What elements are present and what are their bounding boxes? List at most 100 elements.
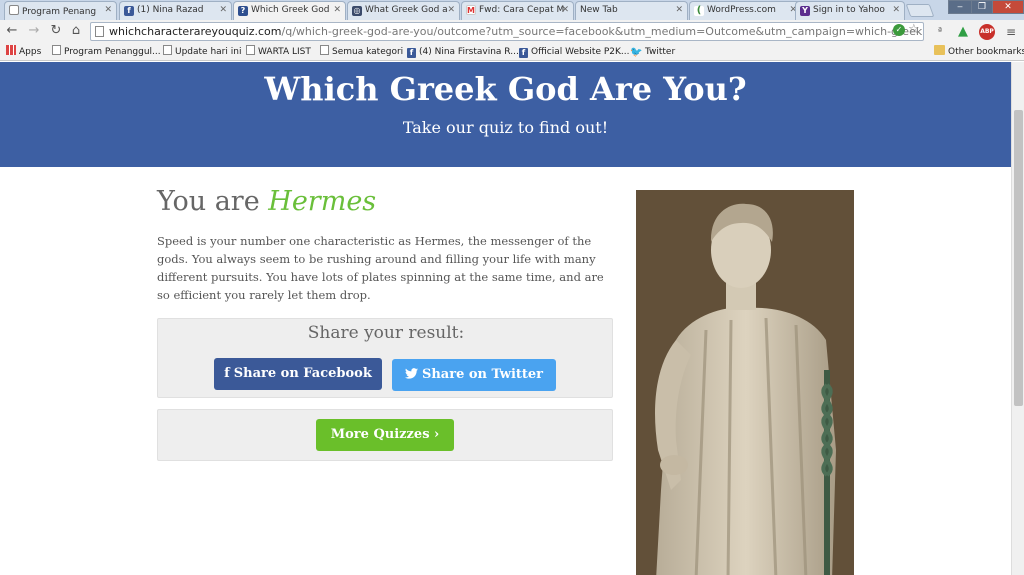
bookmark-semua-kategori[interactable]: Semua kategori xyxy=(320,45,403,59)
facebook-icon: f xyxy=(407,48,416,58)
tab-gmail[interactable]: M Fwd: Cara Cepat M ✕ xyxy=(461,1,574,20)
bookmark-label: Program Penanggul... xyxy=(64,47,161,57)
bookmark-label: (4) Nina Firstavina R... xyxy=(419,47,519,57)
new-tab-button[interactable] xyxy=(905,4,935,17)
bookmark-label: Other bookmarks xyxy=(948,47,1024,57)
share-facebook-label: Share on Facebook xyxy=(233,366,372,381)
forward-arrow-icon[interactable]: → xyxy=(26,23,42,39)
tab-title: What Greek God a xyxy=(365,5,448,15)
bookmark-twitter[interactable]: 🐦 Twitter xyxy=(630,45,675,59)
tab-title: Fwd: Cara Cepat M xyxy=(479,5,565,15)
tab-wordpress[interactable]: (WordPress.com ✕ xyxy=(689,1,802,20)
share-twitter-label: Share on Twitter xyxy=(421,367,544,382)
quiz-icon: ◎ xyxy=(352,6,362,16)
facebook-icon: f xyxy=(519,48,528,58)
maximize-button[interactable]: ❐ xyxy=(971,0,993,14)
close-icon[interactable]: ✕ xyxy=(892,5,900,15)
page-icon xyxy=(320,45,329,55)
hero-banner: Which Greek God Are You? Take our quiz t… xyxy=(0,62,1011,167)
scrollbar[interactable] xyxy=(1011,62,1024,575)
page-title: Which Greek God Are You? xyxy=(264,70,747,108)
bookmark-update-hari-ini[interactable]: Update hari ini xyxy=(163,45,241,59)
page-icon xyxy=(95,26,104,37)
scrollbar-thumb[interactable] xyxy=(1014,110,1023,406)
tab-title: Which Greek God xyxy=(251,5,330,15)
yahoo-icon: Y xyxy=(800,6,810,16)
translate-icon[interactable]: ª xyxy=(932,24,948,40)
close-icon[interactable]: ✕ xyxy=(675,5,683,15)
bookmark-label: Update hari ini xyxy=(175,47,242,57)
twitter-icon xyxy=(404,359,418,391)
bookmark-nina-firstavina[interactable]: f (4) Nina Firstavina R... xyxy=(407,45,519,59)
tab-which-greek-god[interactable]: ? Which Greek God ✕ xyxy=(233,1,346,20)
adblock-icon[interactable]: ABP xyxy=(979,24,995,40)
menu-icon[interactable]: ≡ xyxy=(1003,24,1019,40)
result-heading: You are Hermes xyxy=(157,186,376,217)
bookmark-label: WARTA LIST xyxy=(258,47,311,57)
gmail-icon: M xyxy=(466,5,476,15)
tab-new-tab[interactable]: New Tab ✕ xyxy=(575,1,688,20)
bookmark-warta-list[interactable]: WARTA LIST xyxy=(246,45,311,59)
page-icon xyxy=(246,45,255,55)
reload-icon[interactable]: ↻ xyxy=(48,23,64,39)
hermes-statue-image xyxy=(636,190,854,575)
bookmark-program-penanggul[interactable]: Program Penanggul... xyxy=(52,45,161,59)
tab-title: (1) Nina Razad xyxy=(137,5,204,15)
page-subtitle: Take our quiz to find out! xyxy=(402,118,609,137)
address-host: whichcharacterareyouquiz.com xyxy=(109,25,282,38)
more-quizzes-panel: More Quizzes › xyxy=(157,409,613,461)
result-description: Speed is your number one characteristic … xyxy=(157,234,604,302)
page-icon xyxy=(52,45,61,55)
bookmark-label: Apps xyxy=(19,47,42,57)
tab-what-greek-god[interactable]: ◎ What Greek God a ✕ xyxy=(347,1,460,20)
tab-yahoo[interactable]: Y Sign in to Yahoo ✕ xyxy=(795,1,905,20)
page-icon xyxy=(163,45,172,55)
bookmarks-bar: Apps Program Penanggul... Update hari in… xyxy=(0,43,1024,61)
tab-program-penang[interactable]: Program Penang ✕ xyxy=(4,1,117,20)
star-icon[interactable]: ☆ xyxy=(908,22,920,37)
wordpress-icon: ( xyxy=(694,6,704,16)
twitter-icon: 🐦 xyxy=(630,47,643,58)
apps-icon xyxy=(6,45,16,55)
address-bar[interactable]: whichcharacterareyouquiz.com/q/which-gre… xyxy=(90,22,924,41)
address-path: /q/which-greek-god-are-you/outcome?utm_s… xyxy=(281,25,923,38)
back-arrow-icon[interactable]: ← xyxy=(4,23,20,39)
close-window-button[interactable]: ✕ xyxy=(992,0,1024,14)
share-panel: Share your result: f Share on Facebook Sh… xyxy=(157,318,613,398)
result-name: Hermes xyxy=(268,186,377,217)
browser-toolbar: ← → ↻ ⌂ whichcharacterareyouquiz.com/q/w… xyxy=(0,20,1024,43)
chevron-right-icon: › xyxy=(434,427,440,442)
more-quizzes-label: More Quizzes xyxy=(330,427,430,442)
tab-title: Sign in to Yahoo xyxy=(813,5,885,15)
page-icon xyxy=(9,5,19,15)
close-icon[interactable]: ✕ xyxy=(561,5,569,15)
close-icon[interactable]: ✕ xyxy=(333,5,341,15)
bookmark-apps[interactable]: Apps xyxy=(6,45,41,59)
share-title: Share your result: xyxy=(307,323,465,343)
other-bookmarks[interactable]: Other bookmarks xyxy=(934,45,1024,59)
facebook-icon: f xyxy=(124,6,134,16)
bookmark-label: Official Website P2K... xyxy=(531,47,630,57)
tab-facebook[interactable]: f (1) Nina Razad ✕ xyxy=(119,1,232,20)
quiz-icon: ? xyxy=(238,6,248,16)
more-quizzes-button[interactable]: More Quizzes › xyxy=(316,419,454,451)
minimize-button[interactable]: ‒ xyxy=(948,0,972,14)
tab-title: WordPress.com xyxy=(707,5,776,15)
close-icon[interactable]: ✕ xyxy=(219,5,227,15)
tab-strip: Program Penang ✕ f (1) Nina Razad ✕ ? Whic… xyxy=(0,0,1024,20)
share-twitter-button[interactable]: Share on Twitter xyxy=(392,359,556,391)
verified-icon: ✓ xyxy=(893,24,905,36)
close-icon[interactable]: ✕ xyxy=(447,5,455,15)
close-icon[interactable]: ✕ xyxy=(104,5,112,15)
drive-icon[interactable]: ▲ xyxy=(955,24,971,40)
home-icon[interactable]: ⌂ xyxy=(68,23,84,39)
folder-icon xyxy=(934,45,945,55)
tab-title: Program Penang xyxy=(22,7,97,17)
bookmark-label: Semua kategori xyxy=(332,47,404,57)
share-facebook-button[interactable]: f Share on Facebook xyxy=(214,358,382,390)
page-viewport: Which Greek God Are You? Take our quiz t… xyxy=(0,62,1011,575)
result-prefix: You are xyxy=(157,186,260,217)
bookmark-label: Twitter xyxy=(645,47,676,57)
facebook-icon: f xyxy=(224,366,230,381)
bookmark-official-website[interactable]: f Official Website P2K... xyxy=(519,45,630,59)
